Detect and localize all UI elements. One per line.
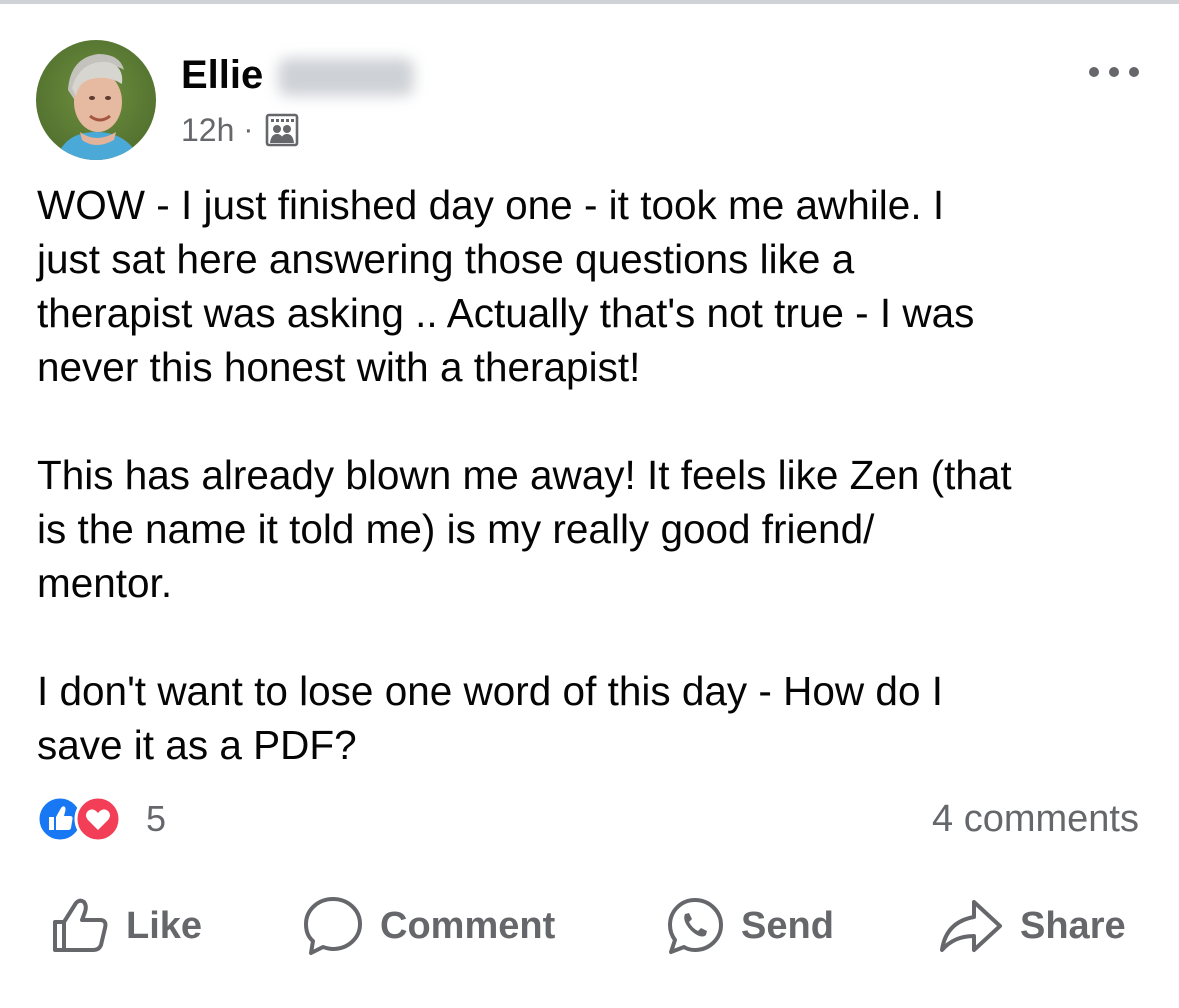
post-line: This has already blown me away! It feels…	[37, 452, 1012, 498]
post-timestamp[interactable]: 12h	[181, 110, 234, 150]
avatar-photo	[36, 40, 156, 160]
more-options-button[interactable]	[1082, 52, 1146, 92]
more-options-icon	[1089, 67, 1139, 77]
post-line: is the name it told me) is my really goo…	[37, 506, 875, 552]
comment-button[interactable]: Comment	[302, 895, 555, 957]
group-audience-icon[interactable]	[264, 112, 300, 148]
meta-separator: ·	[243, 113, 254, 146]
reaction-summary[interactable]	[36, 795, 136, 843]
love-reaction-icon	[74, 795, 122, 843]
messenger-whatsapp-icon	[668, 898, 723, 954]
post-line: save it as a PDF?	[37, 722, 357, 768]
post-line: mentor.	[37, 560, 173, 606]
author-avatar[interactable]	[36, 40, 156, 160]
post-paragraph: This has already blown me away! It feels…	[37, 448, 1152, 610]
post-meta: 12h ·	[181, 110, 300, 150]
comment-bubble-icon	[304, 897, 362, 955]
comments-count-link[interactable]: 4 comments	[932, 797, 1139, 841]
post-line: therapist was asking .. Actually that's …	[37, 290, 975, 336]
share-arrow-icon	[940, 900, 1002, 952]
like-button[interactable]: Like	[50, 895, 202, 957]
post-line: WOW - I just finished day one - it took …	[37, 182, 945, 228]
post-paragraph: WOW - I just finished day one - it took …	[37, 178, 1152, 394]
post-line: never this honest with a therapist!	[37, 344, 641, 390]
redacted-surname	[278, 58, 414, 96]
share-button[interactable]: Share	[938, 895, 1126, 957]
reaction-count[interactable]: 5	[146, 797, 166, 841]
send-label: Send	[741, 905, 834, 947]
post-line: I don't want to lose one word of this da…	[37, 668, 943, 714]
post-line: just sat here answering those questions …	[37, 236, 855, 282]
send-button[interactable]: Send	[665, 895, 834, 957]
like-label: Like	[126, 905, 203, 947]
share-label: Share	[1020, 905, 1126, 947]
thumbs-up-icon	[53, 898, 108, 952]
top-divider	[0, 0, 1179, 4]
post-paragraph: I don't want to lose one word of this da…	[37, 664, 1152, 772]
comment-label: Comment	[380, 905, 556, 947]
post-text: WOW - I just finished day one - it took …	[37, 178, 1152, 772]
author-name[interactable]: Ellie	[181, 52, 263, 98]
